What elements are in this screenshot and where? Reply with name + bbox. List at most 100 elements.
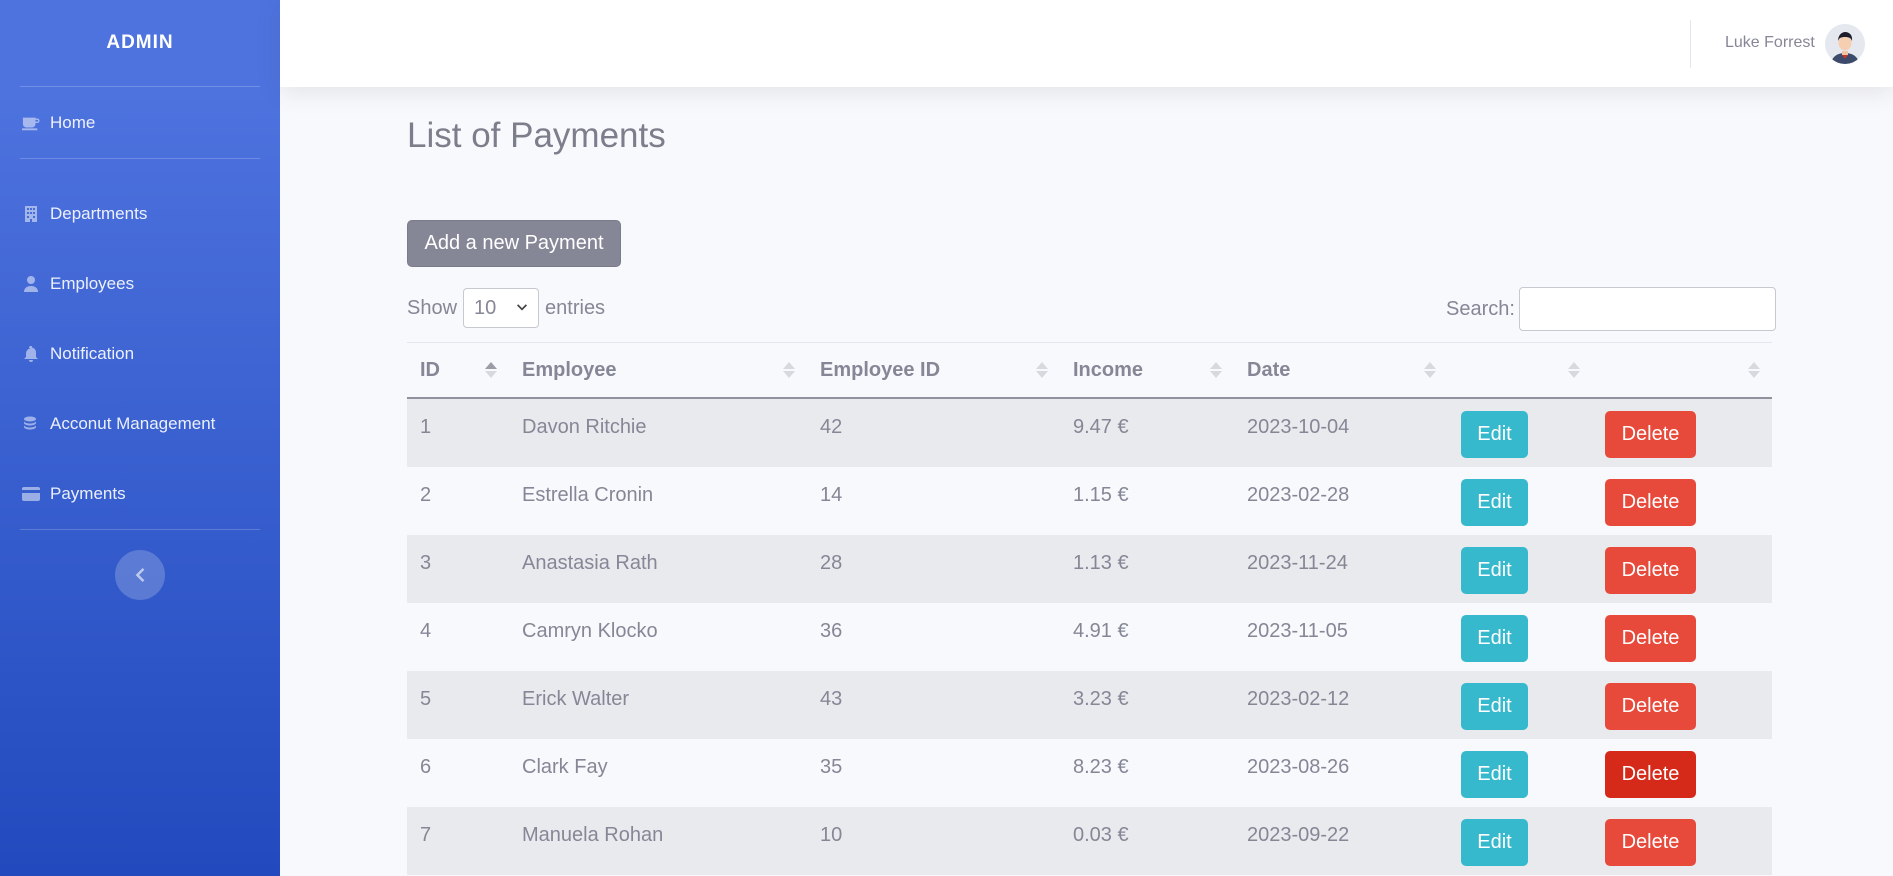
coffee-icon xyxy=(20,114,42,132)
table-row: 6 Clark Fay 35 8.23 € 2023-08-26 Edit Delete xyxy=(407,739,1772,807)
cell-delete: Delete xyxy=(1592,399,1772,467)
table-row: 3 Anastasia Rath 28 1.13 € 2023-11-24 Edit Del… xyxy=(407,535,1772,603)
sidebar-item-label: Notification xyxy=(50,344,135,363)
edit-button[interactable]: Edit xyxy=(1461,479,1528,526)
cell-date: 2023-11-05 xyxy=(1247,620,1348,642)
sidebar-item-payments[interactable]: Payments xyxy=(0,459,280,529)
entries-label: entries xyxy=(545,296,606,319)
cell-edit: Edit xyxy=(1448,535,1592,603)
cell-employee-id: 43 xyxy=(820,688,843,710)
sidebar-item-notification[interactable]: Notification xyxy=(0,319,280,389)
cell-edit: Edit xyxy=(1448,603,1592,671)
column-header-edit[interactable] xyxy=(1448,343,1592,397)
sidebar-item-label: Departments xyxy=(50,204,148,223)
delete-button[interactable]: Delete xyxy=(1605,683,1696,730)
cell-edit: Edit xyxy=(1448,467,1592,535)
column-header-delete[interactable] xyxy=(1592,343,1772,397)
cell-id: 5 xyxy=(420,688,432,710)
cell-income: 3.23 € xyxy=(1073,688,1129,710)
edit-button[interactable]: Edit xyxy=(1461,683,1528,730)
sidebar-toggle-button[interactable] xyxy=(115,550,165,600)
cell-employee: Camryn Klocko xyxy=(522,620,658,642)
table-row: 2 Estrella Cronin 14 1.15 € 2023-02-28 Edit De… xyxy=(407,467,1772,535)
sidebar-item-label: Acconut Management xyxy=(50,414,216,433)
sort-icon xyxy=(1210,362,1222,378)
cell-delete: Delete xyxy=(1592,807,1772,875)
sidebar-item-employees[interactable]: Employees xyxy=(0,249,280,319)
table-row: 7 Manuela Rohan 10 0.03 € 2023-09-22 Edit Dele… xyxy=(407,807,1772,875)
entries-length-control: Show 10 entries xyxy=(407,288,605,328)
sidebar-item-label: Home xyxy=(50,112,96,132)
cell-delete: Delete xyxy=(1592,467,1772,535)
delete-button[interactable]: Delete xyxy=(1605,547,1696,594)
cell-id: 3 xyxy=(420,552,432,574)
edit-button[interactable]: Edit xyxy=(1461,547,1528,594)
delete-button[interactable]: Delete xyxy=(1605,411,1696,458)
cell-employee-id: 10 xyxy=(820,824,843,846)
sidebar-item-home[interactable]: Home xyxy=(0,87,280,158)
cell-date: 2023-02-28 xyxy=(1247,484,1350,506)
column-header-income[interactable]: Income xyxy=(1060,343,1234,397)
cell-income: 1.15 € xyxy=(1073,484,1129,506)
cell-edit: Edit xyxy=(1448,739,1592,807)
table-row: 4 Camryn Klocko 36 4.91 € 2023-11-05 Edit Dele… xyxy=(407,603,1772,671)
delete-button[interactable]: Delete xyxy=(1605,615,1696,662)
coins-icon xyxy=(20,415,42,433)
cell-income: 9.47 € xyxy=(1073,416,1129,438)
delete-button[interactable]: Delete xyxy=(1605,819,1696,866)
entries-select[interactable]: 10 xyxy=(463,288,540,328)
cell-date: 2023-10-04 xyxy=(1247,416,1350,438)
delete-button[interactable]: Delete xyxy=(1605,751,1696,798)
edit-button[interactable]: Edit xyxy=(1461,751,1528,798)
sort-icon xyxy=(1036,362,1048,378)
sidebar-item-label: Payments xyxy=(50,484,126,503)
cell-income: 8.23 € xyxy=(1073,756,1129,778)
cell-id: 4 xyxy=(420,620,432,642)
sort-icon xyxy=(1748,362,1760,378)
sort-icon xyxy=(1568,362,1580,378)
bell-icon xyxy=(20,345,42,363)
building-icon xyxy=(20,205,42,223)
cell-id: 7 xyxy=(420,824,432,846)
cell-delete: Delete xyxy=(1592,739,1772,807)
edit-button[interactable]: Edit xyxy=(1461,819,1528,866)
delete-button[interactable]: Delete xyxy=(1605,479,1696,526)
cell-employee: Davon Ritchie xyxy=(522,416,647,438)
sidebar-item-departments[interactable]: Departments xyxy=(0,179,280,249)
brand-title[interactable]: ADMIN xyxy=(0,0,280,86)
sort-icon xyxy=(783,362,795,378)
column-header-employee-id[interactable]: Employee ID xyxy=(807,343,1060,397)
cell-edit: Edit xyxy=(1448,807,1592,875)
edit-button[interactable]: Edit xyxy=(1461,411,1528,458)
cell-employee: Erick Walter xyxy=(522,688,630,710)
sidebar-item-account-management[interactable]: Acconut Management xyxy=(0,389,280,459)
cell-id: 6 xyxy=(420,756,432,778)
cell-employee-id: 28 xyxy=(820,552,843,574)
sort-ascending-icon xyxy=(485,362,497,378)
topbar: Luke Forrest xyxy=(280,0,1893,87)
user-name[interactable]: Luke Forrest xyxy=(1725,34,1815,52)
cell-id: 1 xyxy=(420,416,432,438)
sidebar-item-label: Employees xyxy=(50,274,135,293)
cell-date: 2023-09-22 xyxy=(1247,824,1350,846)
table-header: ID Employee Employee ID Income Date xyxy=(407,342,1772,399)
column-header-employee[interactable]: Employee xyxy=(509,343,807,397)
cell-edit: Edit xyxy=(1448,671,1592,739)
edit-button[interactable]: Edit xyxy=(1461,615,1528,662)
cell-employee: Estrella Cronin xyxy=(522,484,654,506)
cell-date: 2023-08-26 xyxy=(1247,756,1350,778)
cell-employee: Manuela Rohan xyxy=(522,824,664,846)
column-header-date[interactable]: Date xyxy=(1234,343,1448,397)
avatar[interactable] xyxy=(1825,24,1865,64)
cell-delete: Delete xyxy=(1592,603,1772,671)
cell-employee-id: 14 xyxy=(820,484,843,506)
page-title: List of Payments xyxy=(407,116,666,155)
cell-employee: Anastasia Rath xyxy=(522,552,658,574)
table-body: 1 Davon Ritchie 42 9.47 €2023-10-04 Edit Dele… xyxy=(407,399,1772,875)
cell-income: 0.03 € xyxy=(1073,824,1129,846)
payments-table: ID Employee Employee ID Income Date 1 Dav… xyxy=(407,342,1772,875)
search-input[interactable] xyxy=(1518,287,1776,331)
column-header-id[interactable]: ID xyxy=(407,343,509,397)
add-payment-button[interactable]: Add a new Payment xyxy=(407,220,621,267)
sort-icon xyxy=(1424,362,1436,378)
